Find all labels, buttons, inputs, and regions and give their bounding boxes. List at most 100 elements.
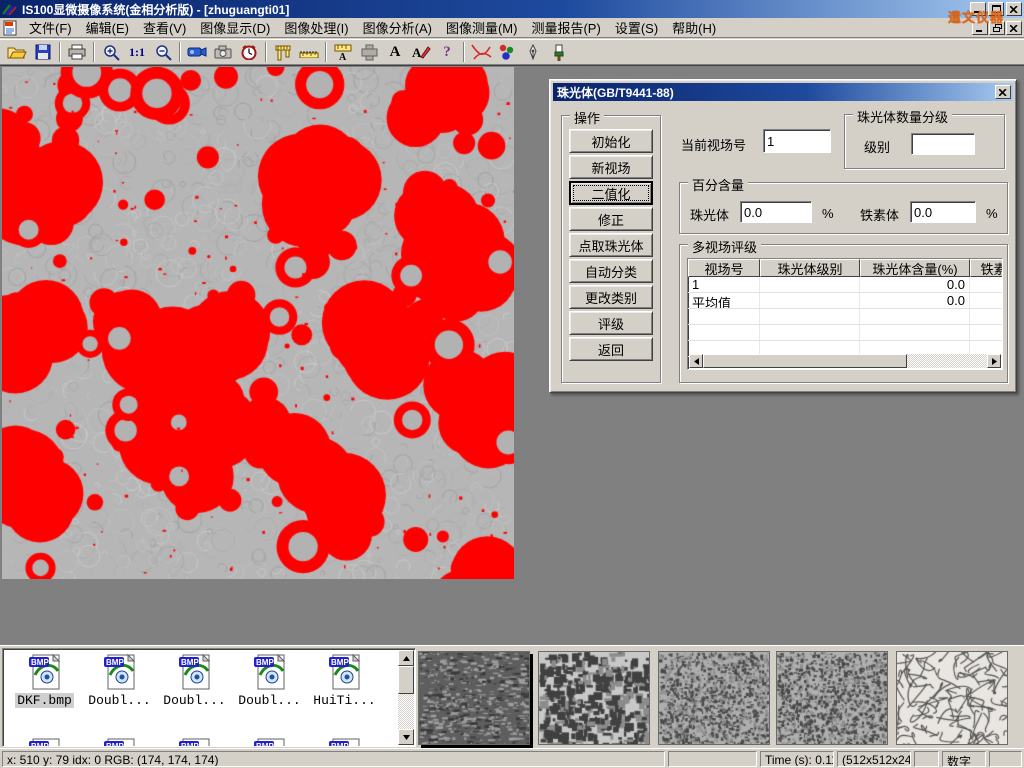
- cursor-position-status: x: 510 y: 79 idx: 0 RGB: (174, 174, 174): [2, 751, 665, 767]
- bmp-file-icon: BMP: [252, 737, 288, 747]
- scrollbar-thumb[interactable]: [703, 354, 907, 368]
- file-item[interactable]: BMP Doubl...: [82, 653, 157, 708]
- change-class-button[interactable]: 更改类别: [569, 285, 653, 309]
- timer-icon[interactable]: [236, 41, 262, 63]
- actual-size-icon[interactable]: 1:1: [124, 41, 150, 63]
- col-field: 视场号: [688, 259, 760, 277]
- file-name[interactable]: Doubl...: [236, 693, 302, 708]
- open-icon[interactable]: [4, 41, 30, 63]
- measure-text-icon[interactable]: A: [330, 41, 356, 63]
- video-camera-icon[interactable]: [184, 41, 210, 63]
- menu-image-processing[interactable]: 图像处理(I): [277, 16, 355, 39]
- print-icon[interactable]: [64, 41, 90, 63]
- menu-bar: 文件(F) 编辑(E) 查看(V) 图像显示(D) 图像处理(I) 图像分析(A…: [0, 18, 1024, 38]
- thumbnail-image[interactable]: [896, 651, 1008, 745]
- svg-text:BMP: BMP: [106, 742, 124, 747]
- thumbnail-image[interactable]: [538, 651, 650, 745]
- return-button[interactable]: 返回: [569, 337, 653, 361]
- close-button[interactable]: [1006, 2, 1022, 16]
- file-browser[interactable]: BMP DKF.bmp BMP Doubl... BMP Doubl... BM…: [2, 648, 416, 747]
- thumbnail-image[interactable]: [776, 651, 888, 745]
- pen-icon[interactable]: [520, 41, 546, 63]
- menu-view[interactable]: 查看(V): [136, 16, 193, 39]
- svg-text:BMP: BMP: [31, 658, 49, 667]
- multifield-group-label: 多视场评级: [688, 237, 761, 256]
- pearlite-percent-input[interactable]: [740, 201, 812, 223]
- table-row[interactable]: 平均值 0.0: [688, 293, 1002, 309]
- file-name[interactable]: Doubl...: [86, 693, 152, 708]
- photo-camera-icon[interactable]: [210, 41, 236, 63]
- thumbnail-image[interactable]: [658, 651, 770, 745]
- ferrite-label: 铁素体: [860, 205, 899, 224]
- menu-measure-report[interactable]: 测量报告(P): [524, 16, 607, 39]
- save-icon[interactable]: [30, 41, 56, 63]
- file-name[interactable]: Doubl...: [161, 693, 227, 708]
- auto-classify-button[interactable]: 自动分类: [569, 259, 653, 283]
- annotate-icon[interactable]: A: [408, 41, 434, 63]
- cell-extra: [970, 293, 1003, 308]
- caliper-icon[interactable]: [270, 41, 296, 63]
- percent-group: 百分含量 珠光体 % 铁素体 %: [679, 182, 1008, 234]
- brush-icon[interactable]: [546, 41, 572, 63]
- time-status: Time (s): 0.113: [760, 751, 834, 767]
- grade-group-label: 珠光体数量分级: [853, 107, 952, 126]
- grid-icon[interactable]: [356, 41, 382, 63]
- scroll-up-icon[interactable]: [398, 650, 414, 666]
- phase-count-icon[interactable]: [494, 41, 520, 63]
- app-icon: [2, 2, 18, 16]
- bmp-file-icon: BMP: [27, 653, 63, 691]
- file-item[interactable]: BMP HuiTi...: [307, 653, 382, 708]
- grade-input[interactable]: [911, 133, 975, 155]
- initialize-button[interactable]: 初始化: [569, 129, 653, 153]
- table-row[interactable]: 1 0.0: [688, 277, 1002, 293]
- scrollbar-track[interactable]: [703, 354, 987, 368]
- menu-image-display[interactable]: 图像显示(D): [193, 16, 277, 39]
- menu-help[interactable]: 帮助(H): [665, 16, 723, 39]
- pick-pearlite-button[interactable]: 点取珠光体: [569, 233, 653, 257]
- dialog-close-button[interactable]: [995, 85, 1011, 99]
- child-close-button[interactable]: [1006, 21, 1022, 35]
- file-item[interactable]: BMP Doubl...: [157, 653, 232, 708]
- document-icon: [2, 20, 20, 36]
- curve-tool-icon[interactable]: [468, 41, 494, 63]
- menu-edit[interactable]: 编辑(E): [79, 16, 136, 39]
- text-icon[interactable]: A: [382, 41, 408, 63]
- scroll-down-icon[interactable]: [398, 729, 414, 745]
- correct-button[interactable]: 修正: [569, 207, 653, 231]
- ferrite-percent-input[interactable]: [910, 201, 976, 223]
- scrollbar-thumb[interactable]: [398, 666, 414, 694]
- rating-table-header: 视场号 珠光体级别 珠光体含量(%) 铁素体: [688, 259, 1002, 277]
- scroll-right-icon[interactable]: [987, 354, 1001, 368]
- bottom-panel: BMP DKF.bmp BMP Doubl... BMP Doubl... BM…: [0, 645, 1024, 748]
- zoom-in-icon[interactable]: [98, 41, 124, 63]
- rating-table[interactable]: 视场号 珠光体级别 珠光体含量(%) 铁素体 1 0.0 平均值: [687, 258, 1003, 370]
- toolbar-separator: [325, 42, 327, 62]
- specimen-image[interactable]: [2, 67, 514, 579]
- file-name[interactable]: DKF.bmp: [15, 693, 74, 708]
- menu-file[interactable]: 文件(F): [22, 16, 79, 39]
- thumbnail-image[interactable]: [418, 651, 530, 745]
- menu-settings[interactable]: 设置(S): [608, 16, 665, 39]
- zoom-out-icon[interactable]: [150, 41, 176, 63]
- file-name[interactable]: HuiTi...: [311, 693, 377, 708]
- file-list-scrollbar[interactable]: [398, 650, 414, 745]
- svg-text:A: A: [412, 45, 422, 60]
- rate-button[interactable]: 评级: [569, 311, 653, 335]
- current-field-input[interactable]: [763, 129, 831, 153]
- new-field-button[interactable]: 新视场: [569, 155, 653, 179]
- menu-image-measure[interactable]: 图像测量(M): [439, 16, 525, 39]
- file-item[interactable]: BMP Doubl...: [232, 653, 307, 708]
- file-item[interactable]: BMP DKF.bmp: [7, 653, 82, 708]
- help-icon[interactable]: ?: [434, 41, 460, 63]
- operations-group: 操作 初始化 新视场 二值化 修正 点取珠光体 自动分类 更改类别 评级 返回: [561, 115, 661, 383]
- table-horizontal-scrollbar[interactable]: [689, 354, 1001, 368]
- menu-image-analysis[interactable]: 图像分析(A): [356, 16, 439, 39]
- binarize-button[interactable]: 二值化: [569, 181, 653, 205]
- ruler-icon[interactable]: [296, 41, 322, 63]
- workspace: 珠光体(GB/T9441-88) 操作 初始化 新视场 二值化 修正 点取珠光体…: [0, 65, 1024, 645]
- svg-text:BMP: BMP: [181, 658, 199, 667]
- status-bar: x: 510 y: 79 idx: 0 RGB: (174, 174, 174)…: [0, 748, 1024, 768]
- scroll-left-icon[interactable]: [689, 354, 703, 368]
- dialog-title-bar[interactable]: 珠光体(GB/T9441-88): [553, 83, 1013, 101]
- toolbar-separator: [265, 42, 267, 62]
